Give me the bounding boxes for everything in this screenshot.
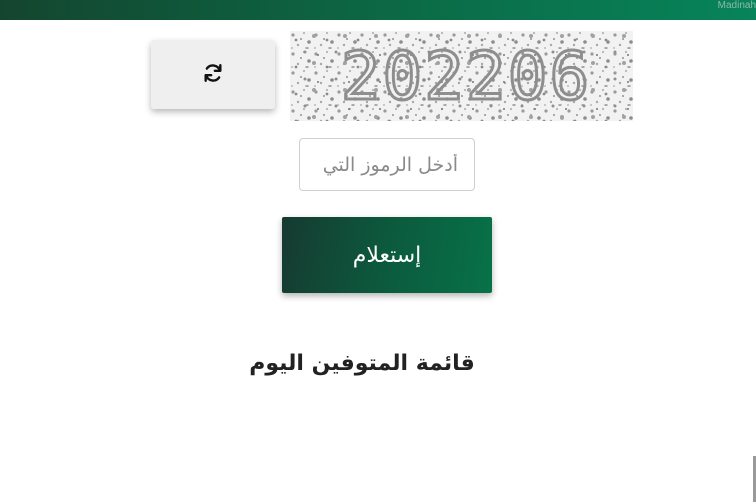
query-button[interactable]: إستعلام	[282, 217, 492, 293]
captcha-refresh-button[interactable]	[151, 40, 275, 109]
captcha-image: 202206	[290, 31, 633, 121]
brand-text: Madinah	[717, 0, 756, 11]
refresh-icon	[202, 62, 224, 88]
captcha-input[interactable]	[299, 138, 475, 191]
section-heading: قائمة المتوفين اليوم	[249, 351, 475, 376]
top-header-bar: Madinah	[0, 0, 756, 20]
captcha-text: 202206	[341, 38, 591, 115]
